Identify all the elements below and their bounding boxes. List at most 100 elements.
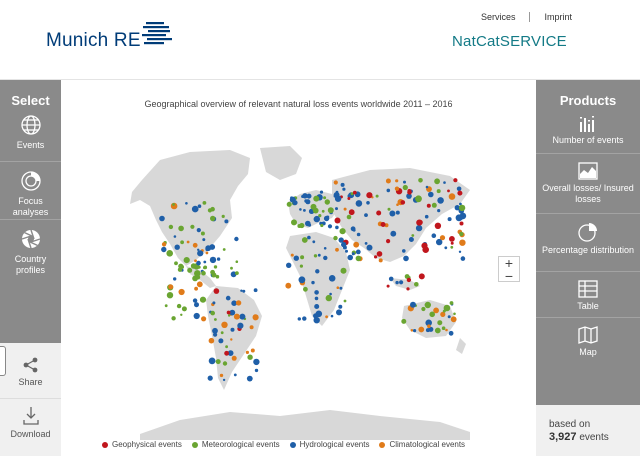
event-marker[interactable] [447,189,450,193]
event-marker[interactable] [221,214,225,218]
event-marker[interactable] [327,207,334,214]
event-marker[interactable] [210,310,215,316]
event-marker[interactable] [161,242,167,247]
event-marker[interactable] [328,275,336,282]
event-marker[interactable] [323,247,327,250]
event-marker[interactable] [302,316,307,321]
event-marker[interactable] [437,209,441,213]
event-marker[interactable] [172,203,175,206]
event-marker[interactable] [453,312,456,316]
event-marker[interactable] [406,277,412,283]
event-marker[interactable] [323,215,330,222]
event-marker[interactable] [340,267,347,274]
event-marker[interactable] [174,244,180,250]
event-marker[interactable] [395,210,400,215]
event-marker[interactable] [336,286,340,289]
event-marker[interactable] [180,313,183,316]
event-marker[interactable] [292,200,298,206]
event-marker[interactable] [164,304,168,308]
event-marker[interactable] [355,255,362,262]
event-marker[interactable] [385,178,391,184]
event-marker[interactable] [214,318,217,321]
event-marker[interactable] [425,185,429,189]
event-marker[interactable] [442,309,446,313]
event-marker[interactable] [445,328,448,332]
event-marker[interactable] [427,324,431,328]
event-marker[interactable] [176,303,182,309]
event-marker[interactable] [249,325,254,330]
event-marker[interactable] [218,338,224,344]
event-marker[interactable] [366,244,373,251]
event-marker[interactable] [239,313,246,320]
event-marker[interactable] [202,238,206,242]
event-marker[interactable] [297,317,301,321]
event-marker[interactable] [338,304,343,309]
event-marker[interactable] [180,240,184,245]
event-marker[interactable] [355,249,361,255]
event-marker[interactable] [437,320,443,326]
event-marker[interactable] [320,223,324,228]
event-marker[interactable] [186,240,190,244]
event-marker[interactable] [221,321,228,328]
event-marker[interactable] [215,359,221,365]
event-marker[interactable] [410,329,414,332]
event-marker[interactable] [305,199,311,205]
event-marker[interactable] [458,204,466,212]
imprint-link[interactable]: Imprint [544,12,572,22]
event-marker[interactable] [178,225,184,232]
share-button[interactable]: Share [0,343,61,399]
event-marker[interactable] [252,314,259,321]
event-marker[interactable] [380,222,386,227]
legend-item-meteorological[interactable]: Meteorological events [191,440,280,449]
event-marker[interactable] [449,301,454,305]
event-marker[interactable] [407,189,412,193]
event-marker[interactable] [230,327,235,332]
event-marker[interactable] [330,314,334,318]
event-marker[interactable] [396,203,399,206]
event-marker[interactable] [235,260,239,263]
event-marker[interactable] [178,263,184,269]
event-marker[interactable] [174,261,178,266]
event-marker[interactable] [235,300,242,306]
event-marker[interactable] [192,298,198,303]
event-marker[interactable] [346,214,352,220]
event-marker[interactable] [240,289,243,292]
event-marker[interactable] [376,210,382,216]
event-marker[interactable] [376,251,383,257]
event-marker[interactable] [325,294,332,302]
event-marker[interactable] [421,242,428,249]
event-marker[interactable] [324,199,330,205]
event-marker[interactable] [237,322,244,329]
event-marker[interactable] [207,375,213,381]
event-marker[interactable] [448,193,456,200]
event-marker[interactable] [340,182,345,187]
event-marker[interactable] [447,217,452,222]
event-marker[interactable] [327,224,333,229]
event-marker[interactable] [411,234,415,237]
event-marker[interactable] [202,201,207,205]
event-marker[interactable] [222,378,226,382]
event-marker[interactable] [343,299,347,303]
event-marker[interactable] [374,255,378,259]
event-marker[interactable] [406,287,410,291]
event-marker[interactable] [314,304,320,309]
event-marker[interactable] [194,259,197,263]
event-marker[interactable] [194,286,198,291]
event-marker[interactable] [220,331,224,335]
event-marker[interactable] [441,326,446,330]
event-marker[interactable] [313,254,318,258]
event-marker[interactable] [339,286,343,290]
event-marker[interactable] [298,276,306,284]
event-marker[interactable] [450,241,454,245]
event-marker[interactable] [233,313,240,320]
logo-text[interactable]: Munich RE [46,30,141,52]
legend-item-geophysical[interactable]: Geophysical events [102,440,182,449]
world-map[interactable] [120,140,480,440]
event-marker[interactable] [291,219,297,226]
event-marker[interactable] [307,235,311,240]
event-marker[interactable] [400,200,406,205]
sidebar-item-events[interactable]: Events [0,114,61,162]
event-marker[interactable] [424,301,431,309]
event-marker[interactable] [166,250,173,257]
event-marker[interactable] [213,265,218,269]
